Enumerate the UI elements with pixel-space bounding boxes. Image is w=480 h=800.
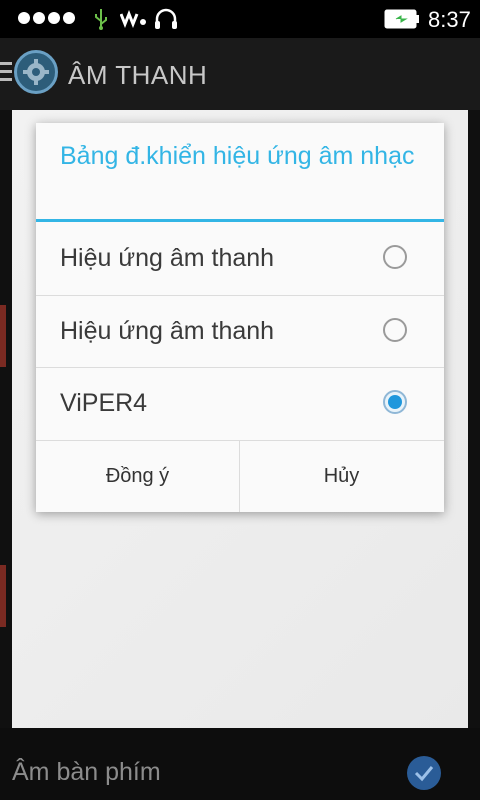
page-title: ÂM THANH (68, 60, 208, 90)
accent-strip (0, 565, 6, 627)
usb-icon (95, 9, 107, 30)
option-item[interactable]: Hiệu ứng âm thanh (36, 295, 444, 368)
radio-button[interactable] (383, 318, 407, 342)
option-item[interactable]: Hiệu ứng âm thanh (36, 222, 444, 295)
option-label: ViPER4 (60, 389, 148, 417)
effect-panel-dialog: Bảng đ.khiển hiệu ứng âm nhạc Hiệu ứng â… (36, 123, 444, 512)
accent-strip (0, 305, 6, 367)
status-bar: 8:37 (0, 0, 480, 38)
ok-button[interactable]: Đồng ý (36, 440, 239, 512)
gear-icon[interactable] (14, 50, 58, 94)
walkman-icon (120, 10, 146, 28)
signal-dots-icon (18, 12, 75, 24)
option-label: Hiệu ứng âm thanh (60, 317, 275, 345)
option-label: Hiệu ứng âm thanh (60, 244, 275, 272)
status-clock: 8:37 (428, 7, 471, 32)
option-item[interactable]: ViPER4 (36, 367, 444, 440)
checkbox[interactable] (407, 756, 441, 790)
battery-charging-icon (384, 9, 419, 29)
drawer-menu-icon[interactable] (0, 62, 12, 86)
radio-button-selected[interactable] (383, 390, 407, 414)
action-bar: ÂM THANH (0, 38, 480, 110)
dialog-title: Bảng đ.khiển hiệu ứng âm nhạc (60, 142, 415, 170)
headphones-icon (155, 8, 177, 29)
radio-button[interactable] (383, 245, 407, 269)
setting-item-keypad-sound[interactable]: Âm bàn phím (0, 728, 480, 800)
cancel-button[interactable]: Hủy (240, 440, 443, 512)
setting-label: Âm bàn phím (12, 758, 161, 786)
